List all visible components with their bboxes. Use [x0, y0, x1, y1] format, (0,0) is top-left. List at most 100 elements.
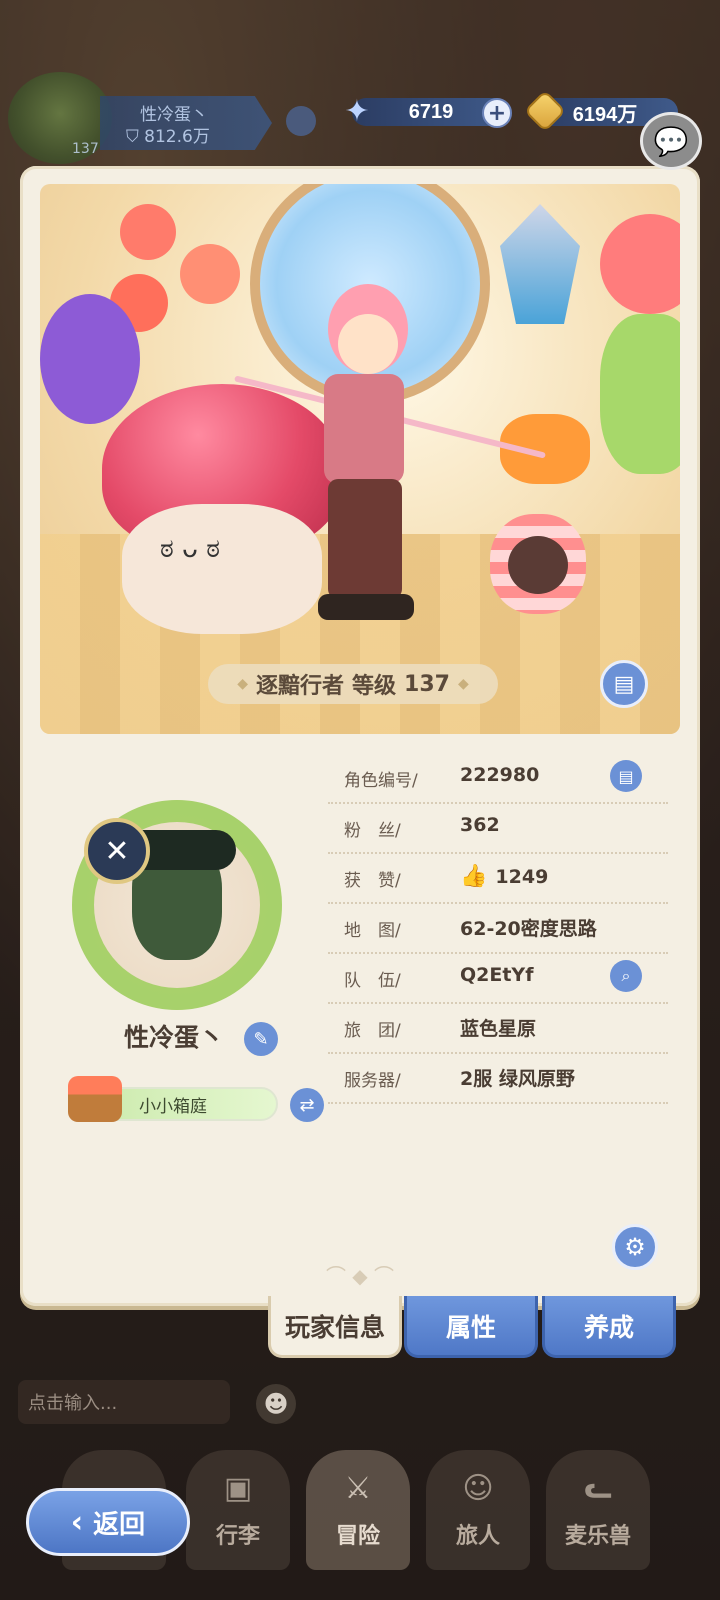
- chat-icon: 💬: [653, 124, 689, 158]
- decor-peas: [600, 314, 680, 474]
- info-label: 获 赞/: [344, 871, 401, 891]
- settings-button[interactable]: ⚙: [612, 1224, 658, 1270]
- pencil-icon: ✎: [253, 1028, 269, 1050]
- guild-value: 蓝色星原: [460, 1018, 537, 1040]
- info-row-id: 角色编号/ 222980 ▤: [328, 754, 668, 804]
- swap-home-button[interactable]: ⇄: [290, 1088, 324, 1122]
- decor-berry: [120, 204, 176, 260]
- name-card-button[interactable]: ▤: [600, 660, 648, 708]
- character-torso: [324, 374, 404, 484]
- player-character: [298, 284, 428, 624]
- nav-label: 旅人: [455, 1524, 500, 1549]
- info-value: Q2EtYf: [460, 964, 533, 986]
- tab-player-info[interactable]: 玩家信息: [268, 1296, 402, 1358]
- gold-value: 6194万: [572, 103, 638, 126]
- decor-strawberry: [600, 214, 680, 314]
- diamond-ornament-icon: ◆: [237, 676, 249, 692]
- nav-item-adventure[interactable]: ⚔ 冒险: [306, 1450, 410, 1570]
- info-label: 旅 团/: [344, 1021, 401, 1041]
- cat-pet-face: [508, 536, 568, 594]
- hud-power: ⛉ 812.6万: [126, 127, 210, 147]
- back-arrow-icon: ‹: [70, 1504, 84, 1540]
- tab-attributes[interactable]: 属性: [404, 1296, 538, 1358]
- info-row-team: 队 伍/ Q2EtYf ⌕: [328, 954, 668, 1004]
- hud-badge-icon[interactable]: [286, 106, 316, 136]
- nav-label: 冒险: [335, 1524, 380, 1549]
- plus-icon: +: [487, 100, 507, 126]
- swap-icon: ⇄: [299, 1094, 315, 1116]
- role-id-value: 222980: [460, 764, 540, 786]
- info-value: 222980: [460, 764, 539, 786]
- map-value: 62-20密度思路: [460, 918, 597, 940]
- panel-ornament: ⌒ ◆ ⌒: [325, 1264, 395, 1288]
- emoji-button[interactable]: ☻: [256, 1384, 296, 1424]
- likes-value: 1249: [495, 865, 549, 888]
- decor-berry: [180, 244, 240, 304]
- search-icon: ⌕: [621, 966, 631, 985]
- info-row-server: 服务器/ 2服 绿风原野: [328, 1054, 668, 1104]
- info-label: 角色编号/: [344, 771, 418, 791]
- info-value: 62-20密度思路: [460, 914, 597, 941]
- add-stars-button[interactable]: +: [482, 98, 512, 128]
- crossed-swords-emblem-icon: ✕: [84, 818, 150, 884]
- nav-item-traveler[interactable]: ☺ 旅人: [426, 1450, 530, 1570]
- smiley-icon: ☻: [263, 1390, 289, 1418]
- info-label: 粉 丝/: [344, 821, 401, 841]
- character-legs: [328, 479, 402, 599]
- decor-eggplant: [40, 294, 140, 424]
- info-label: 地 图/: [344, 921, 401, 941]
- chat-button[interactable]: 💬: [640, 112, 702, 170]
- diamond-ornament-icon: ◆: [457, 676, 469, 692]
- info-value: 👍 1249: [460, 864, 548, 889]
- traveler-icon: ☺: [462, 1471, 494, 1506]
- stars-value: 6719: [408, 100, 454, 123]
- info-row-map: 地 图/ 62-20密度思路: [328, 904, 668, 954]
- hud-level: 137: [72, 141, 99, 157]
- edit-name-button[interactable]: ✎: [244, 1022, 278, 1056]
- dragon-pet: [500, 204, 580, 324]
- nav-label: 麦乐兽: [564, 1524, 631, 1549]
- nav-label: 行李: [215, 1524, 260, 1549]
- cat-icon: ᓚ: [584, 1471, 612, 1506]
- info-label: 服务器/: [344, 1071, 401, 1091]
- info-label: 队 伍/: [344, 971, 401, 991]
- character-title: 逐黯行者: [256, 674, 345, 699]
- character-showcase: ಠ ᴗ ಠ: [40, 184, 680, 734]
- thumbs-up-icon[interactable]: 👍: [460, 864, 487, 889]
- star-icon: ✦: [344, 93, 370, 129]
- copy-icon: ▤: [618, 766, 634, 786]
- character-title-plate: ◆ 逐黯行者 等级 137 ◆: [208, 664, 498, 704]
- nav-item-pets[interactable]: ᓚ 麦乐兽: [546, 1450, 650, 1570]
- crossed-swords-icon: ⚔: [344, 1471, 372, 1506]
- level-label: 等级: [352, 674, 397, 699]
- info-value: 蓝色星原: [460, 1014, 536, 1041]
- character-shoes: [318, 594, 414, 620]
- server-value: 2服 绿风原野: [460, 1068, 575, 1090]
- profile-name: 性冷蛋丶: [124, 1023, 225, 1052]
- fans-value: 362: [460, 814, 500, 836]
- info-value: 362: [460, 814, 500, 836]
- basket-icon: [68, 1076, 122, 1122]
- mushroom-pet-face: ಠ ᴗ ಠ: [160, 534, 220, 564]
- search-team-button[interactable]: ⌕: [610, 960, 642, 992]
- copy-id-button[interactable]: ▤: [610, 760, 642, 792]
- profile-avatar[interactable]: ✕: [72, 800, 282, 1010]
- team-value: Q2EtYf: [460, 964, 534, 986]
- back-label: 返回: [93, 1509, 146, 1540]
- mushroom-pet-body: [122, 504, 322, 634]
- character-face: [338, 314, 398, 374]
- info-row-fans: 粉 丝/ 362: [328, 804, 668, 854]
- info-row-likes: 获 赞/ 👍 1249: [328, 854, 668, 904]
- tab-development[interactable]: 养成: [542, 1296, 676, 1358]
- nav-item-luggage[interactable]: ▣ 行李: [186, 1450, 290, 1570]
- chat-input[interactable]: 点击输入...: [18, 1380, 230, 1424]
- info-row-guild: 旅 团/ 蓝色星原: [328, 1004, 668, 1054]
- character-level: 137: [404, 671, 450, 697]
- back-button[interactable]: ‹ 返回: [26, 1488, 190, 1556]
- gear-icon: ⚙: [624, 1233, 646, 1261]
- home-name: 小小箱庭: [139, 1096, 207, 1117]
- info-value: 2服 绿风原野: [460, 1064, 575, 1091]
- hud-power-value: 812.6万: [144, 127, 210, 147]
- card-icon: ▤: [613, 671, 635, 697]
- chest-icon: ▣: [223, 1471, 253, 1506]
